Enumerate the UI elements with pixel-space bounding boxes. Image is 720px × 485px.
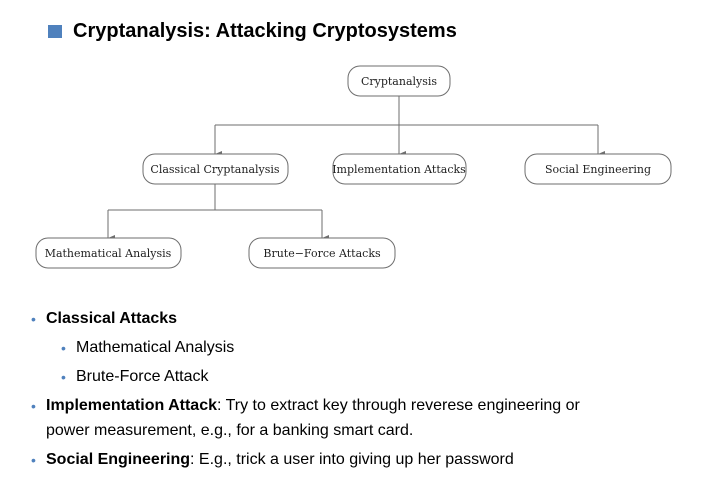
node-brute-force-attacks-label: Brute−Force Attacks xyxy=(263,247,381,260)
node-implementation-attacks: Implementation Attacks xyxy=(332,153,467,185)
bullet-implementation-attack: Implementation Attack: Try to extract ke… xyxy=(46,396,580,416)
bullet-implementation-attack-continuation: power measurement, e.g., for a banking s… xyxy=(46,422,414,439)
attack-tree-diagram: Cryptanalysis Classical Cryptanalysis Im… xyxy=(35,65,672,269)
bullet-implementation-attack-head: Implementation Attack xyxy=(46,397,217,414)
root-edges xyxy=(214,96,605,157)
classical-edges xyxy=(107,184,329,241)
node-cryptanalysis: Cryptanalysis xyxy=(347,65,451,97)
sub-bullet-mathematical-analysis: Mathematical Analysis xyxy=(76,339,235,356)
bullet-social-engineering: Social Engineering: E.g., trick a user i… xyxy=(46,450,514,470)
node-classical-cryptanalysis-label: Classical Cryptanalysis xyxy=(150,163,279,176)
bullet-classical-attacks: Classical Attacks xyxy=(46,310,178,327)
bullet-implementation-attack-text: : Try to extract key through reverese en… xyxy=(217,397,580,414)
bullet-dot: • xyxy=(31,398,36,414)
node-social-engineering: Social Engineering xyxy=(524,153,672,185)
node-social-engineering-label: Social Engineering xyxy=(545,163,651,176)
node-mathematical-analysis: Mathematical Analysis xyxy=(35,237,182,269)
bullet-dot: • xyxy=(61,340,66,356)
sub-bullet-brute-force-attack: Brute-Force Attack xyxy=(76,368,209,385)
bullet-dot: • xyxy=(61,369,66,385)
bullet-social-engineering-text: : E.g., trick a user into giving up her … xyxy=(190,451,514,468)
bullet-dot: • xyxy=(31,452,36,468)
node-brute-force-attacks: Brute−Force Attacks xyxy=(248,237,396,269)
node-classical-cryptanalysis: Classical Cryptanalysis xyxy=(142,153,289,185)
node-cryptanalysis-label: Cryptanalysis xyxy=(361,75,437,88)
bullet-dot: • xyxy=(31,311,36,327)
node-mathematical-analysis-label: Mathematical Analysis xyxy=(45,247,172,260)
node-implementation-attacks-label: Implementation Attacks xyxy=(332,163,466,176)
bullet-social-engineering-head: Social Engineering xyxy=(46,451,191,468)
